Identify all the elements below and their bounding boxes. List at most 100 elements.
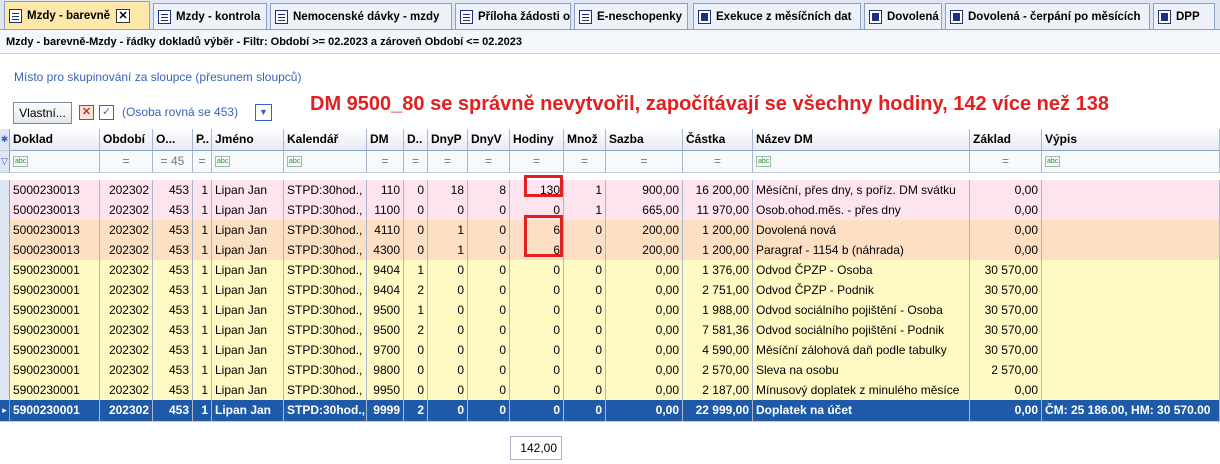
cell-3[interactable]: 1 bbox=[193, 360, 212, 382]
equals-filter[interactable]: = bbox=[468, 151, 510, 173]
cell-2[interactable]: 453 bbox=[153, 240, 193, 262]
cell-16[interactable] bbox=[1042, 220, 1220, 242]
cell-12[interactable]: 0,00 bbox=[606, 320, 683, 342]
cell-11[interactable]: 0 bbox=[564, 260, 606, 282]
cell-0[interactable]: 5000230013 bbox=[10, 220, 100, 242]
cell-14[interactable]: Odvod sociálního pojištění - Podnik bbox=[753, 320, 970, 342]
cell-9[interactable]: 0 bbox=[468, 300, 510, 322]
cell-15[interactable]: 0,00 bbox=[970, 240, 1042, 262]
cell-14[interactable]: Odvod ČPZP - Podnik bbox=[753, 280, 970, 302]
cell-13[interactable]: 11 970,00 bbox=[683, 200, 753, 222]
row-indicator[interactable] bbox=[0, 340, 10, 362]
cell-15[interactable]: 2 570,00 bbox=[970, 360, 1042, 382]
row-indicator[interactable] bbox=[0, 240, 10, 262]
table-row[interactable]: 5900230001 202302 453 1 Lipan Jan STPD:30hod.… bbox=[0, 300, 1220, 322]
cell-5[interactable]: STPD:30hod., bbox=[284, 220, 367, 242]
column-header[interactable]: DnyP bbox=[428, 129, 468, 151]
cell-0[interactable]: 5000230013 bbox=[10, 200, 100, 222]
cell-7[interactable]: 2 bbox=[404, 320, 428, 342]
cell-11[interactable]: 0 bbox=[564, 280, 606, 302]
cell-1[interactable]: 202302 bbox=[100, 200, 153, 222]
cell-13[interactable]: 22 999,00 bbox=[683, 400, 753, 422]
cell-16[interactable] bbox=[1042, 280, 1220, 302]
cell-7[interactable]: 0 bbox=[404, 220, 428, 242]
cell-12[interactable]: 200,00 bbox=[606, 240, 683, 262]
cell-6[interactable]: 9700 bbox=[367, 340, 404, 362]
grid-filter-row[interactable]: ▽ abc = = 45 = abc abc = = = = = = = = abc = abc bbox=[0, 151, 1220, 173]
row-indicator[interactable] bbox=[0, 280, 10, 302]
row-indicator[interactable] bbox=[0, 200, 10, 222]
cell-7[interactable]: 0 bbox=[404, 200, 428, 222]
column-header[interactable]: Hodiny bbox=[510, 129, 564, 151]
cell-8[interactable]: 0 bbox=[428, 300, 468, 322]
cell-0[interactable]: 5900230001 bbox=[10, 260, 100, 282]
filter-dropdown-icon[interactable]: ▼ bbox=[255, 104, 272, 121]
cell-10[interactable]: 0 bbox=[510, 300, 564, 322]
cell-16[interactable] bbox=[1042, 180, 1220, 202]
cell-3[interactable]: 1 bbox=[193, 180, 212, 202]
cell-9[interactable]: 0 bbox=[468, 240, 510, 262]
equals-filter[interactable]: = 45 bbox=[153, 151, 193, 173]
equals-filter[interactable]: = bbox=[100, 151, 153, 173]
equals-filter[interactable]: = bbox=[683, 151, 753, 173]
cell-10[interactable]: 0 bbox=[510, 340, 564, 362]
cell-1[interactable]: 202302 bbox=[100, 360, 153, 382]
tab-6[interactable]: Dovolená bbox=[864, 3, 942, 29]
cell-2[interactable]: 453 bbox=[153, 220, 193, 242]
row-indicator[interactable] bbox=[0, 220, 10, 242]
column-header[interactable]: Doklad bbox=[10, 129, 100, 151]
cell-1[interactable]: 202302 bbox=[100, 320, 153, 342]
row-indicator[interactable] bbox=[0, 300, 10, 322]
cell-1[interactable]: 202302 bbox=[100, 340, 153, 362]
column-header[interactable]: Množ bbox=[564, 129, 606, 151]
cell-9[interactable]: 0 bbox=[468, 340, 510, 362]
cell-1[interactable]: 202302 bbox=[100, 180, 153, 202]
tab-close-icon[interactable]: ✕ bbox=[116, 9, 131, 23]
cell-11[interactable]: 0 bbox=[564, 320, 606, 342]
cell-5[interactable]: STPD:30hod., bbox=[284, 240, 367, 262]
cell-13[interactable]: 16 200,00 bbox=[683, 180, 753, 202]
cell-13[interactable]: 1 988,00 bbox=[683, 300, 753, 322]
column-header[interactable]: Název DM bbox=[753, 129, 970, 151]
row-indicator[interactable] bbox=[0, 380, 10, 402]
cell-8[interactable]: 0 bbox=[428, 200, 468, 222]
equals-filter[interactable]: = bbox=[428, 151, 468, 173]
equals-filter[interactable]: = bbox=[193, 151, 212, 173]
cell-2[interactable]: 453 bbox=[153, 180, 193, 202]
cell-14[interactable]: Dovolená nová bbox=[753, 220, 970, 242]
cell-9[interactable]: 0 bbox=[468, 220, 510, 242]
cell-16[interactable] bbox=[1042, 340, 1220, 362]
column-header[interactable]: Kalendář bbox=[284, 129, 367, 151]
column-header[interactable]: Částka bbox=[683, 129, 753, 151]
table-row[interactable]: 5900230001 202302 453 1 Lipan Jan STPD:30hod.… bbox=[0, 260, 1220, 282]
cell-8[interactable]: 0 bbox=[428, 320, 468, 342]
cell-13[interactable]: 2 570,00 bbox=[683, 360, 753, 382]
cell-16[interactable]: ČM: 25 186.00, HM: 30 570.00 bbox=[1042, 400, 1220, 422]
cell-3[interactable]: 1 bbox=[193, 240, 212, 262]
table-row[interactable]: 5900230001 202302 453 1 Lipan Jan STPD:30hod.… bbox=[0, 340, 1220, 362]
cell-8[interactable]: 0 bbox=[428, 340, 468, 362]
cell-7[interactable]: 0 bbox=[404, 180, 428, 202]
cell-9[interactable]: 0 bbox=[468, 280, 510, 302]
tab-3[interactable]: Příloha žádosti o bbox=[455, 3, 571, 29]
cell-7[interactable]: 0 bbox=[404, 240, 428, 262]
cell-0[interactable]: 5900230001 bbox=[10, 320, 100, 342]
cell-10[interactable]: 0 bbox=[510, 260, 564, 282]
cell-0[interactable]: 5900230001 bbox=[10, 300, 100, 322]
cell-9[interactable]: 0 bbox=[468, 320, 510, 342]
cell-2[interactable]: 453 bbox=[153, 260, 193, 282]
cell-5[interactable]: STPD:30hod., bbox=[284, 180, 367, 202]
cell-4[interactable]: Lipan Jan bbox=[212, 260, 284, 282]
cell-11[interactable]: 0 bbox=[564, 360, 606, 382]
cell-5[interactable]: STPD:30hod., bbox=[284, 200, 367, 222]
cell-3[interactable]: 1 bbox=[193, 320, 212, 342]
column-header[interactable]: DnyV bbox=[468, 129, 510, 151]
cell-15[interactable]: 0,00 bbox=[970, 220, 1042, 242]
cell-8[interactable]: 0 bbox=[428, 260, 468, 282]
custom-filter-button[interactable]: Vlastní... bbox=[13, 102, 72, 124]
cell-8[interactable]: 1 bbox=[428, 220, 468, 242]
cell-16[interactable] bbox=[1042, 360, 1220, 382]
cell-0[interactable]: 5000230013 bbox=[10, 240, 100, 262]
cell-5[interactable]: STPD:30hod., bbox=[284, 340, 367, 362]
active-filter-text[interactable]: (Osoba rovná se 453) bbox=[122, 105, 238, 119]
